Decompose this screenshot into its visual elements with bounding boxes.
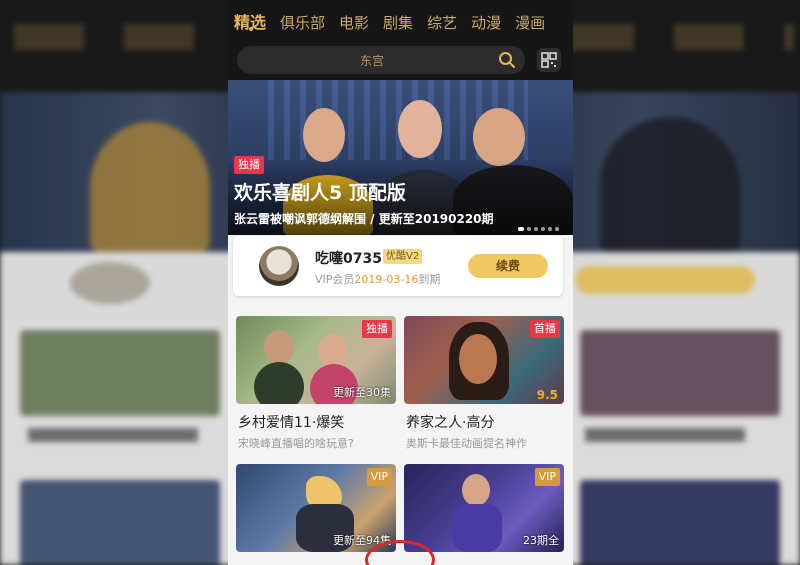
rating-score: 9.5 bbox=[536, 388, 558, 402]
active-tab-indicator bbox=[249, 27, 253, 31]
renew-button[interactable]: 续费 bbox=[468, 254, 548, 278]
tab-comics[interactable]: 漫画 bbox=[515, 12, 545, 34]
hero-subtitle: 张云雷被嘲讽郭德纲解围 / 更新至20190220期 bbox=[234, 212, 494, 226]
vip-prefix: VIP会员 bbox=[315, 273, 355, 286]
tab-variety[interactable]: 综艺 bbox=[427, 12, 457, 34]
carousel-dot[interactable] bbox=[541, 227, 545, 231]
episode-status: 更新至30集 bbox=[333, 386, 391, 399]
search-placeholder: 东宫 bbox=[359, 54, 384, 68]
video-thumbnail[interactable]: 独播 更新至30集 bbox=[236, 316, 396, 404]
video-thumbnail[interactable]: VIP 更新至94集 bbox=[236, 464, 396, 552]
vip-date: 2019-03-16 bbox=[354, 273, 419, 286]
tab-series[interactable]: 剧集 bbox=[383, 12, 413, 34]
carousel-dot[interactable] bbox=[527, 227, 531, 231]
exclusive-badge: 独播 bbox=[362, 320, 392, 338]
video-title[interactable]: 养家之人·高分 bbox=[406, 412, 494, 432]
hero-title: 欢乐喜剧人5 顶配版 bbox=[234, 182, 406, 204]
host-figure bbox=[303, 108, 345, 162]
video-thumbnail[interactable]: 首播 9.5 bbox=[404, 316, 564, 404]
carousel-dot[interactable] bbox=[548, 227, 552, 231]
app-screen: 精选 俱乐部 电影 剧集 综艺 动漫 漫画 东宫 独播 欢乐喜剧人5 顶配版 张… bbox=[228, 0, 573, 565]
host-figure bbox=[473, 108, 525, 166]
avatar[interactable] bbox=[259, 246, 299, 286]
tab-movies[interactable]: 电影 bbox=[339, 12, 369, 34]
tab-club[interactable]: 俱乐部 bbox=[280, 12, 325, 34]
scan-icon[interactable] bbox=[536, 47, 562, 73]
category-tabs: 精选 俱乐部 电影 剧集 综艺 动漫 漫画 bbox=[234, 12, 559, 36]
exclusive-badge: 独播 bbox=[234, 156, 264, 174]
tab-anime[interactable]: 动漫 bbox=[471, 12, 501, 34]
carousel-dot[interactable] bbox=[534, 227, 538, 231]
vip-level-badge: 优酷V2 bbox=[383, 249, 423, 264]
vip-badge: VIP bbox=[366, 468, 392, 486]
search-input[interactable]: 东宫 bbox=[237, 46, 525, 74]
hero-banner[interactable]: 独播 欢乐喜剧人5 顶配版 张云雷被嘲讽郭德纲解围 / 更新至20190220期 bbox=[228, 80, 573, 235]
video-description: 宋晓峰直播唱的啥玩意? bbox=[238, 437, 354, 450]
carousel-dot[interactable] bbox=[518, 227, 524, 231]
video-thumbnail[interactable]: VIP 23期全 bbox=[404, 464, 564, 552]
host-figure bbox=[398, 100, 442, 158]
carousel-dots bbox=[515, 216, 559, 231]
vip-expiry: VIP会员2019-03-16到期 bbox=[315, 271, 440, 287]
top-bar: 精选 俱乐部 电影 剧集 综艺 动漫 漫画 东宫 bbox=[228, 0, 573, 80]
carousel-dot[interactable] bbox=[555, 227, 559, 231]
vip-suffix: 到期 bbox=[418, 273, 441, 286]
premiere-badge: 首播 bbox=[530, 320, 560, 338]
search-icon[interactable] bbox=[498, 51, 516, 69]
username: 吃噻0735 bbox=[315, 251, 382, 267]
video-description: 奥斯卡最佳动画提名神作 bbox=[406, 437, 527, 450]
vip-card: 吃噻0735 优酷V2 VIP会员2019-03-16到期 续费 bbox=[233, 236, 563, 296]
video-title[interactable]: 乡村爱情11·爆笑 bbox=[238, 412, 344, 432]
vip-badge: VIP bbox=[534, 468, 560, 486]
episode-status: 23期全 bbox=[523, 534, 559, 547]
